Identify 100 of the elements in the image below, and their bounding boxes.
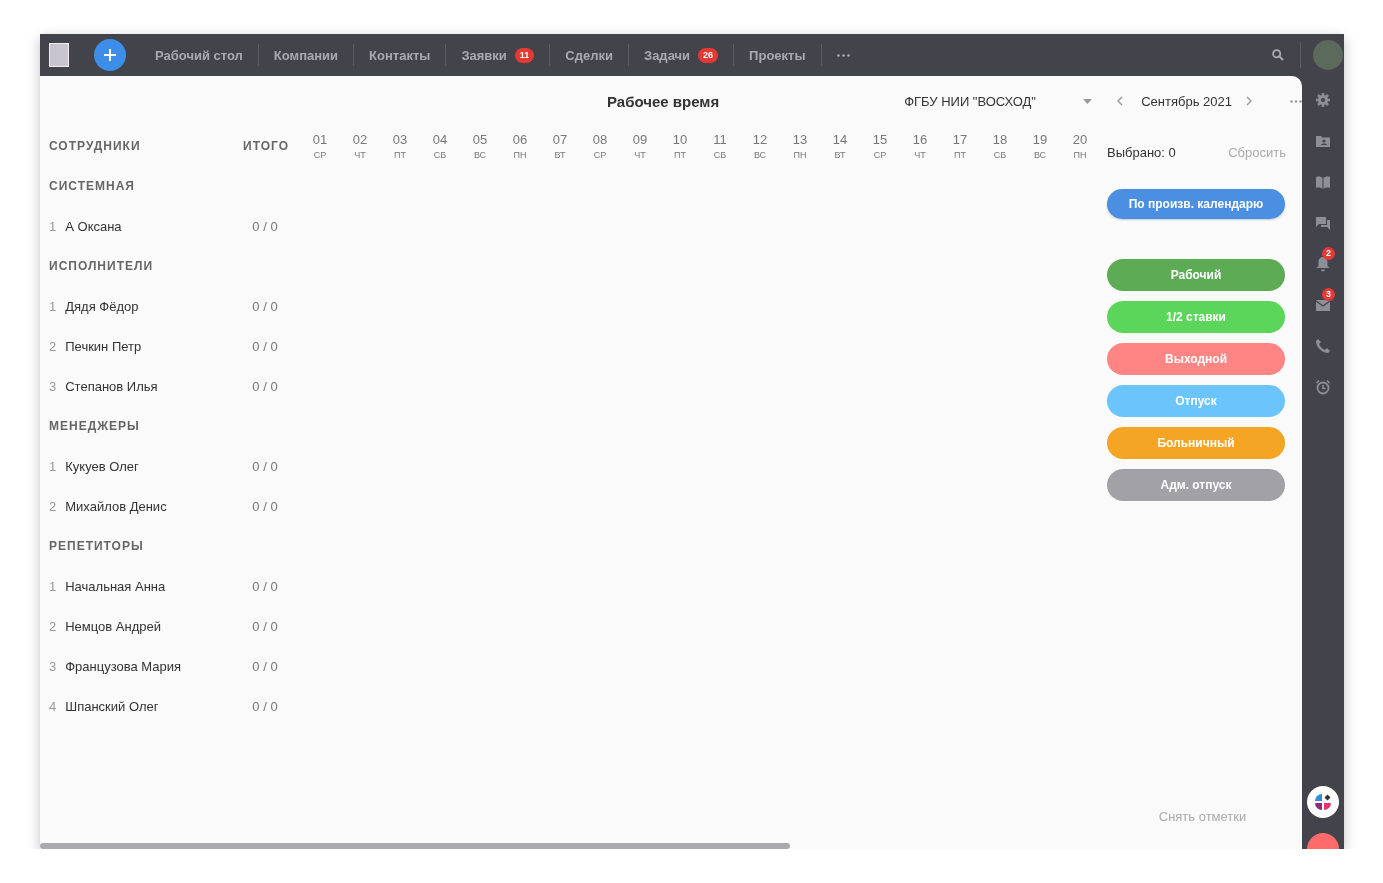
chat-icon[interactable] [1315,215,1331,231]
day-number: 17 [952,132,968,147]
day-number: 04 [432,132,448,147]
group-title: РЕПЕТИТОРЫ [48,539,145,553]
employee-name[interactable]: Степанов Илья [65,378,158,394]
employee-name[interactable]: Начальная Анна [65,578,166,594]
total-cell-text: 0 / 0 [251,658,279,674]
weekday-label: ЧТ [634,150,646,160]
weekday-label: ПН [1073,150,1087,160]
employee-name[interactable]: Дядя Фёдор [65,298,139,314]
total-cell-text: 0 / 0 [251,378,279,394]
row-number: 3 [49,658,57,674]
employee-name[interactable]: Французова Мария [65,658,182,674]
mail-icon[interactable] [1315,297,1331,313]
clear-marks-button[interactable]: Снять отметки [1152,808,1253,825]
weekday-label: ПТ [954,150,966,160]
weekday-label: ПН [793,150,807,160]
status-button[interactable]: Выходной [1107,343,1285,375]
production-calendar-button[interactable]: По произв. календарю [1107,189,1285,219]
weekday-label: СР [873,150,887,160]
day-number: 06 [512,132,528,147]
group-title: ИСПОЛНИТЕЛИ [48,259,155,273]
row-number: 2 [49,618,57,634]
weekday-label: СБ [713,150,727,160]
employee-name[interactable]: А Оксана [65,218,122,234]
nav-tab[interactable]: Заявки 11 [446,45,550,65]
employee-name[interactable]: Немцов Андрей [65,618,161,634]
app-switcher-button[interactable] [1307,786,1339,818]
count-badge: 2 [1322,247,1335,260]
count-badge: 11 [514,47,535,63]
total-cell-text: 0 / 0 [251,578,279,594]
total-cell-text: 0 / 0 [251,458,279,474]
day-number: 14 [832,132,848,147]
chat-button[interactable] [1307,833,1339,849]
phone-icon[interactable] [1315,338,1331,354]
status-button[interactable]: Рабочий [1107,259,1285,291]
more-icon[interactable] [1290,99,1302,103]
weekday-label: ПТ [674,150,686,160]
contact-folder-icon[interactable] [1315,133,1331,149]
day-number: 01 [312,132,328,147]
nav-tab[interactable]: Сделки [550,45,628,65]
total-cell-text: 0 / 0 [251,218,279,234]
day-number: 08 [592,132,608,147]
column-header: СОТРУДНИКИ [48,139,142,153]
nav-tab[interactable]: Проекты [734,45,821,65]
row-number: 4 [49,698,57,714]
day-number: 03 [392,132,408,147]
group-title: МЕНЕДЖЕРЫ [48,419,141,433]
day-number: 20 [1072,132,1088,147]
day-number: 07 [552,132,568,147]
weekday-label: ЧТ [914,150,926,160]
employee-name[interactable]: Михайлов Денис [65,498,167,514]
organization-dropdown[interactable]: ФГБУ НИИ "ВОСХОД" [904,93,1093,109]
selected-count: Выбрано: 0 [1107,144,1176,160]
previous-month-icon[interactable] [1117,96,1124,106]
day-number: 10 [672,132,688,147]
total-cell-text: 0 / 0 [251,498,279,514]
total-cell-text: 0 / 0 [251,698,279,714]
employee-name[interactable]: Печкин Петр [65,338,142,354]
weekday-label: ВС [753,150,767,160]
settings-icon[interactable] [1315,92,1331,108]
weekday-label: СР [593,150,607,160]
next-month-icon[interactable] [1246,96,1252,106]
alarm-clock-icon[interactable] [1315,379,1331,395]
nav-tab[interactable]: Компании [258,45,354,65]
page-title: Рабочее время [607,92,721,110]
day-number: 02 [352,132,368,147]
employee-name[interactable]: Шпанский Олег [65,698,159,714]
more-icon[interactable] [836,53,850,57]
weekday-label: ВТ [834,150,846,160]
day-number: 18 [992,132,1008,147]
weekday-label: ВС [473,150,487,160]
notifications-icon[interactable] [1315,256,1331,272]
weekday-label: ПН [513,150,527,160]
status-button[interactable]: Адм. отпуск [1107,469,1285,501]
search-icon[interactable] [1272,49,1284,61]
book-icon[interactable] [1315,174,1331,190]
reset-link[interactable]: Сбросить [1228,144,1286,160]
nav-tab[interactable]: Контакты [354,45,446,65]
weekday-label: СБ [433,150,447,160]
count-badge: 3 [1322,288,1335,301]
nav-tab[interactable]: Задачи 26 [629,45,734,65]
avatar[interactable] [1313,40,1343,70]
employee-name[interactable]: Кукуев Олег [65,458,139,474]
add-button[interactable] [94,39,126,71]
total-cell-text: 0 / 0 [251,618,279,634]
day-number: 13 [792,132,808,147]
row-number: 2 [49,498,57,514]
plus-icon [104,49,116,61]
weekday-label: ЧТ [354,150,366,160]
row-number: 1 [49,578,57,594]
row-number: 2 [49,338,57,354]
month-label: Сентябрь 2021 [1141,93,1232,109]
day-number: 09 [632,132,648,147]
day-number: 11 [713,132,727,147]
scrollbar-thumb[interactable] [40,843,790,849]
nav-tab[interactable]: Рабочий стол [140,45,258,65]
day-number: 15 [872,132,888,147]
weekday-label: СР [313,150,327,160]
row-number: 1 [49,298,57,314]
